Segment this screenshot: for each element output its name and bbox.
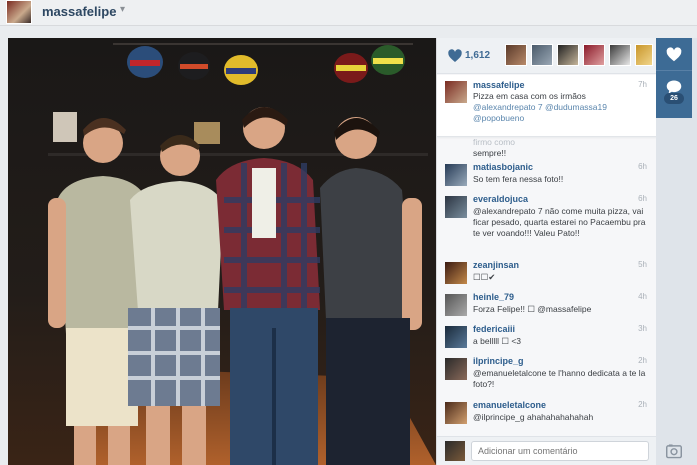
avatar[interactable]: [445, 262, 467, 284]
avatar[interactable]: [445, 81, 467, 103]
comment-count-badge: 26: [664, 93, 684, 104]
caption-time: 7h: [638, 80, 647, 89]
liker-avatar[interactable]: [609, 44, 631, 66]
liker-avatar[interactable]: [635, 44, 653, 66]
caption-mentions[interactable]: @alexandrepato 7 @dudumassa19 @popobueno: [473, 102, 607, 123]
comment-time: 6h: [638, 162, 647, 171]
user-avatar[interactable]: [6, 0, 32, 24]
like-button[interactable]: [656, 38, 692, 70]
comment-composer: [437, 436, 656, 465]
avatar: [445, 441, 465, 461]
comment-username[interactable]: emanueletalcone: [473, 400, 546, 410]
likes-bar: 1,612: [437, 38, 656, 74]
avatar[interactable]: [445, 294, 467, 316]
comment-button[interactable]: 26: [656, 70, 692, 118]
caption-body: Pizza em casa com os irmãos: [473, 91, 586, 101]
liker-avatar[interactable]: [557, 44, 579, 66]
liker-avatar[interactable]: [505, 44, 527, 66]
avatar[interactable]: [445, 196, 467, 218]
post-photo[interactable]: [8, 38, 436, 465]
comment-time: 4h: [638, 292, 647, 301]
comment-username[interactable]: heinle_79: [473, 292, 514, 302]
comment-text: @alexandrepato 7 não come muita pizza, v…: [473, 206, 646, 238]
avatar[interactable]: [445, 358, 467, 380]
comments-panel: 1,612 massafelipe 7h Pizza em casa com o…: [436, 38, 656, 465]
comment-time: 3h: [638, 324, 647, 333]
comment-username[interactable]: ilprincipe_g: [473, 356, 524, 366]
comment-time: 2h: [638, 400, 647, 409]
heart-icon[interactable]: [447, 48, 463, 64]
comment-username[interactable]: everaldojuca: [473, 194, 528, 204]
avatar[interactable]: [445, 164, 467, 186]
liker-avatar[interactable]: [531, 44, 553, 66]
comment-text: firmo como sempre!!: [473, 137, 649, 159]
comment-text: @ilprincipe_g ahahahahahahah: [473, 412, 594, 422]
comment-text: ☐☐✔: [473, 272, 496, 282]
comment-text: Forza Felipe!! ☐ @massafelipe: [473, 304, 592, 314]
comment-body: sempre!!: [473, 148, 507, 158]
comment-input[interactable]: [471, 441, 649, 461]
liker-avatar[interactable]: [583, 44, 605, 66]
comment-text: a belllll ☐ <3: [473, 336, 522, 346]
action-rail: 26: [656, 38, 697, 465]
avatar[interactable]: [445, 326, 467, 348]
heart-icon: [666, 47, 682, 62]
chevron-down-icon[interactable]: ▾: [120, 4, 125, 15]
comment-text: @emanueletalcone te l'hanno dedicata a t…: [473, 368, 646, 389]
profile-header: massafelipe ▾: [0, 0, 697, 26]
comment-text: So tem fera nessa foto!!: [473, 174, 564, 184]
header-username[interactable]: massafelipe: [42, 4, 116, 19]
avatar[interactable]: [445, 402, 467, 424]
comment-time: 2h: [638, 356, 647, 365]
post-caption: massafelipe 7h Pizza em casa com os irmã…: [437, 75, 656, 137]
likes-count[interactable]: 1,612: [465, 50, 490, 61]
comment-prefix: firmo como: [473, 137, 516, 147]
caption-username[interactable]: massafelipe: [473, 80, 525, 90]
camera-icon[interactable]: [665, 443, 683, 459]
comment-username[interactable]: federicaiii: [473, 324, 515, 334]
comment-username[interactable]: matiasbojanic: [473, 162, 533, 172]
caption-text: Pizza em casa com os irmãos @alexandrepa…: [473, 91, 649, 124]
comment-username[interactable]: zeanjinsan: [473, 260, 519, 270]
comment-time: 5h: [638, 260, 647, 269]
list-item: firmo como sempre!!: [437, 137, 656, 159]
comment-time: 6h: [638, 194, 647, 203]
